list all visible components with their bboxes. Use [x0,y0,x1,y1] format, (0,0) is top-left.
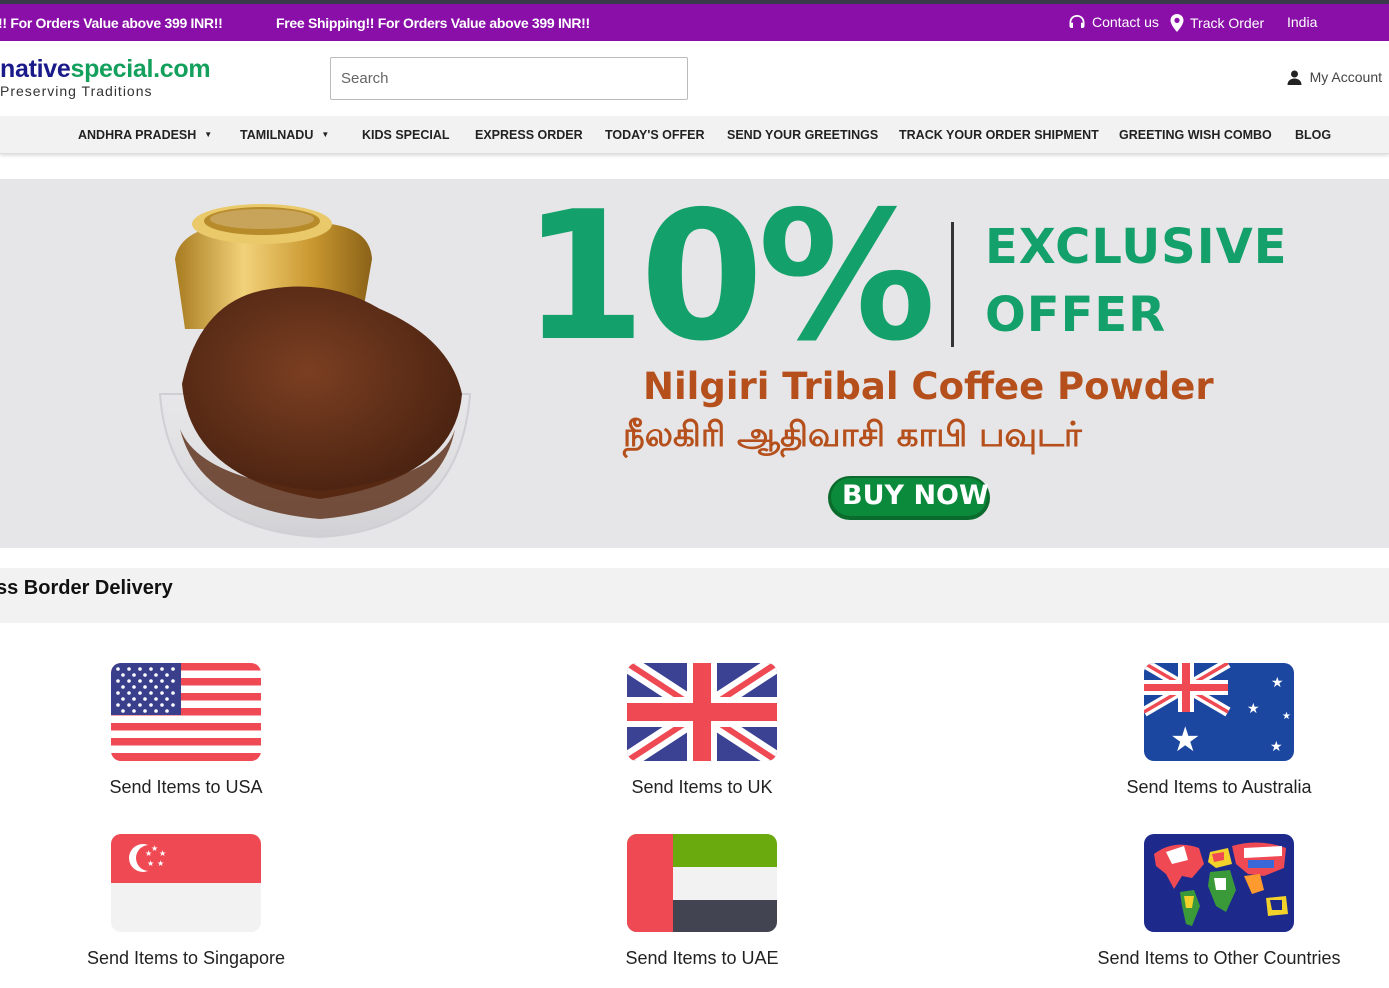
promo-banner[interactable]: 10% EXCLUSIVE OFFER Nilgiri Tribal Coffe… [0,179,1389,548]
singapore-flag-icon: ★★★★★ [111,834,261,932]
country-card-uk[interactable]: Send Items to UK [552,663,852,798]
nav-item-express-order[interactable]: EXPRESS ORDER [475,128,583,142]
contact-us-label: Contact us [1092,14,1159,30]
nav-label: TAMILNADU [240,128,314,142]
caret-down-icon: ▼ [204,130,213,139]
country-label: Send Items to UAE [625,948,779,968]
country-selector[interactable]: India [1287,14,1317,30]
user-icon [1287,70,1302,85]
country-label: India [1287,14,1318,30]
promo-bar: !! For Orders Value above 399 INR!! Free… [0,4,1389,41]
location-pin-icon [1170,14,1184,32]
svg-text:★: ★ [1247,701,1260,717]
country-card-other-countries[interactable]: Send Items to Other Countries [1069,834,1369,969]
country-card-uae[interactable]: Send Items to UAE [552,834,852,969]
banner-product-name-tamil: நீலகிரி ஆதிவாசி காபி பவுடர் [623,415,1082,455]
country-card-usa[interactable]: Send Items to USA [36,663,336,798]
svg-text:★: ★ [1270,739,1283,755]
country-card-singapore[interactable]: ★ ★ ★ ★ ★ Send Items to Singapore [36,834,336,969]
promo-message: !! For Orders Value above 399 INR!! [0,15,223,31]
caret-down-icon: ▼ [321,130,330,139]
svg-text:★: ★ [1282,711,1291,722]
svg-text:★: ★ [145,849,152,858]
track-order-link[interactable]: Track Order [1170,14,1264,32]
nav-item-greeting-wish-combo[interactable]: GREETING WISH COMBO [1119,128,1272,142]
banner-percent: 10% [522,179,936,380]
search-input[interactable] [330,57,688,100]
logo-tagline: Preserving Traditions [0,83,153,99]
site-header: nativespecial.com Preserving Traditions … [0,41,1389,116]
section-header: ss Border Delivery [0,568,1389,623]
world-map-flags-icon [1144,834,1294,932]
nav-item-blog[interactable]: BLOG [1295,128,1331,142]
banner-exclusive: EXCLUSIVE [985,219,1288,275]
logo-text: native [0,55,71,83]
country-card-australia[interactable]: ★ ★ ★ ★ ★ Send Items to Australia [1069,663,1369,798]
nav-item-andhra-pradesh[interactable]: ANDHRA PRADESH ▼ [78,128,212,142]
nav-item-tamilnadu[interactable]: TAMILNADU ▼ [240,128,329,142]
nav-item-kids-special[interactable]: KIDS SPECIAL [362,128,450,142]
country-label: Send Items to USA [109,777,263,797]
my-account-link[interactable]: My Account [1287,69,1382,85]
country-label: Send Items to Other Countries [1097,948,1341,968]
my-account-label: My Account [1309,69,1382,85]
usa-flag-icon [111,663,261,761]
svg-text:★: ★ [157,859,164,868]
section-title: ss Border Delivery [0,577,173,599]
banner-product-name: Nilgiri Tribal Coffee Powder [643,365,1214,408]
uk-flag-icon [627,663,777,761]
country-label: Send Items to UK [631,777,773,797]
promo-message: Free Shipping!! For Orders Value above 3… [276,15,590,31]
banner-divider [951,222,954,347]
nav-item-send-your-greetings[interactable]: SEND YOUR GREETINGS [727,128,878,142]
banner-offer: OFFER [985,287,1167,343]
track-order-label: Track Order [1190,15,1265,31]
svg-text:★: ★ [1170,720,1200,760]
country-label: Send Items to Australia [1126,777,1312,797]
site-logo[interactable]: nativespecial.com Preserving Traditions [0,55,211,99]
buy-now-button[interactable]: BUY NOW [842,480,989,511]
nav-label: ANDHRA PRADESH [78,128,197,142]
contact-us-link[interactable]: Contact us [1068,14,1159,30]
svg-text:★: ★ [159,849,166,858]
nav-item-todays-offer[interactable]: TODAY'S OFFER [605,128,705,142]
logo-text: special.com [70,55,211,83]
svg-text:★: ★ [147,859,154,868]
headset-icon [1069,15,1085,28]
australia-flag-icon: ★ ★ ★ ★ ★ [1144,663,1294,761]
svg-text:★: ★ [1271,675,1284,691]
nav-item-track-your-order[interactable]: TRACK YOUR ORDER SHIPMENT [899,128,1099,142]
country-label: Send Items to Singapore [86,948,286,968]
main-nav: ANDHRA PRADESH ▼ TAMILNADU ▼ KIDS SPECIAL … [0,116,1389,154]
uae-flag-icon [627,834,777,932]
